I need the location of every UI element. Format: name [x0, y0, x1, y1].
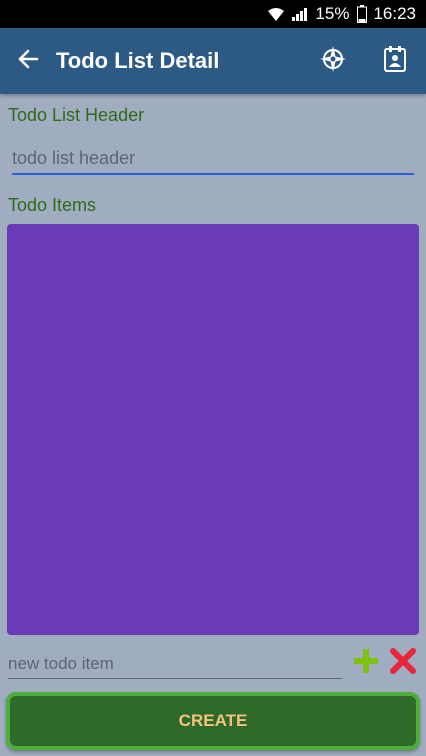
delete-item-button[interactable] — [389, 647, 417, 680]
location-button[interactable] — [302, 28, 364, 94]
signal-icon — [291, 6, 309, 22]
clock: 16:23 — [373, 4, 416, 23]
battery-icon — [357, 5, 368, 23]
todo-list-header-input[interactable] — [12, 144, 414, 175]
wifi-icon — [267, 6, 285, 22]
create-button[interactable]: CREATE — [6, 692, 420, 750]
plus-icon — [353, 647, 379, 680]
page-title: Todo List Detail — [56, 48, 220, 73]
calendar-contact-icon — [383, 45, 407, 78]
app-bar: Todo List Detail — [0, 28, 426, 94]
todo-list-header-label: Todo List Header — [8, 105, 145, 125]
contact-calendar-button[interactable] — [364, 28, 426, 94]
arrow-left-icon — [17, 49, 39, 74]
todo-items-list[interactable] — [7, 224, 419, 635]
x-icon — [390, 647, 416, 680]
todo-items-label: Todo Items — [8, 195, 97, 215]
new-todo-item-input[interactable] — [8, 650, 342, 679]
back-button[interactable] — [0, 28, 56, 94]
location-target-icon — [319, 45, 347, 78]
add-item-button[interactable] — [352, 648, 380, 678]
battery-percent: 15% — [315, 4, 350, 23]
status-bar: 15% 16:23 — [0, 0, 426, 28]
